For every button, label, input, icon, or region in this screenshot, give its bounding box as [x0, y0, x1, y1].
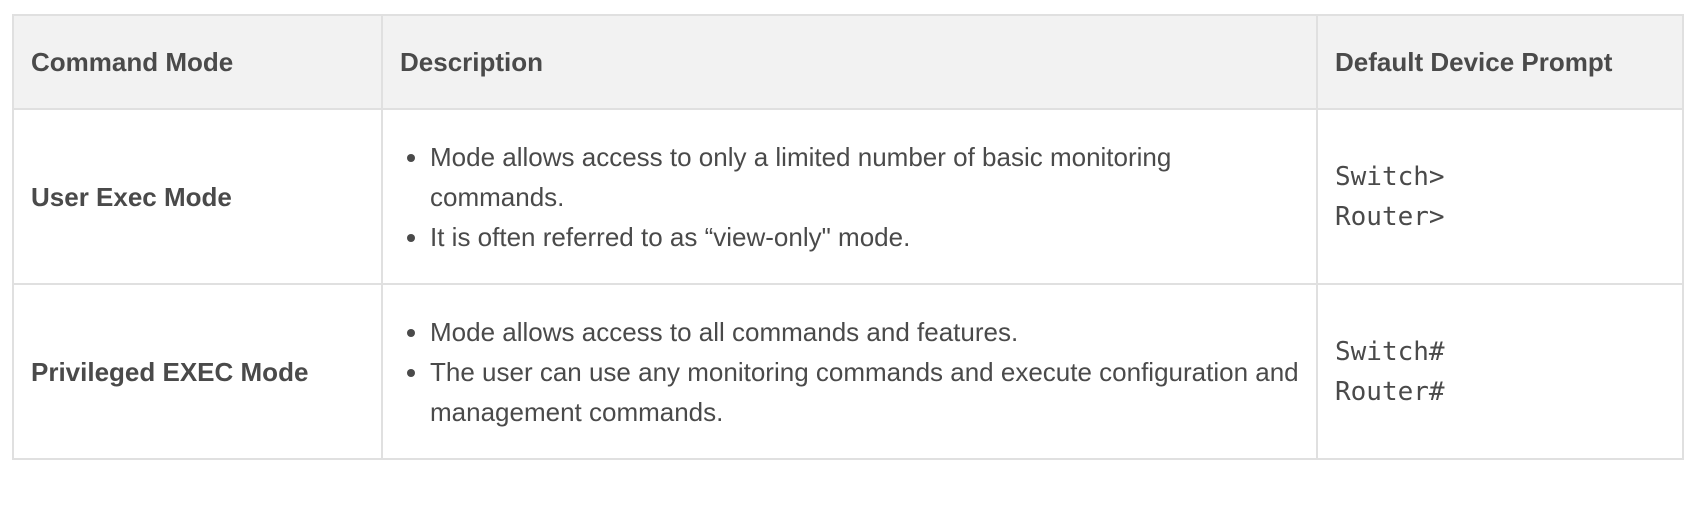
- description-list: Mode allows access to all commands and f…: [400, 312, 1304, 432]
- mode-name-cell: Privileged EXEC Mode: [12, 283, 383, 460]
- prompt-cell: Switch# Router#: [1316, 283, 1684, 460]
- command-modes-table: Command Mode Description Default Device …: [12, 14, 1684, 460]
- description-bullet: Mode allows access to only a limited num…: [430, 137, 1304, 217]
- description-list: Mode allows access to only a limited num…: [400, 137, 1304, 257]
- table-row: Privileged EXEC Mode Mode allows access …: [12, 283, 1684, 460]
- table-body: User Exec Mode Mode allows access to onl…: [12, 108, 1684, 460]
- header-default-device-prompt: Default Device Prompt: [1316, 14, 1684, 110]
- description-cell: Mode allows access to only a limited num…: [381, 108, 1318, 285]
- description-bullet: The user can use any monitoring commands…: [430, 352, 1304, 432]
- description-cell: Mode allows access to all commands and f…: [381, 283, 1318, 460]
- device-prompt: Switch#: [1335, 336, 1445, 367]
- header-description: Description: [381, 14, 1318, 110]
- device-prompt: Router>: [1335, 201, 1445, 232]
- table-header: Command Mode Description Default Device …: [12, 14, 1684, 110]
- mode-name-cell: User Exec Mode: [12, 108, 383, 285]
- description-bullet: It is often referred to as “view-only" m…: [430, 217, 1304, 257]
- device-prompt: Router#: [1335, 376, 1445, 407]
- prompt-cell: Switch> Router>: [1316, 108, 1684, 285]
- table-row: User Exec Mode Mode allows access to onl…: [12, 108, 1684, 285]
- header-command-mode: Command Mode: [12, 14, 383, 110]
- description-bullet: Mode allows access to all commands and f…: [430, 312, 1304, 352]
- header-row: Command Mode Description Default Device …: [12, 14, 1684, 110]
- device-prompt: Switch>: [1335, 161, 1445, 192]
